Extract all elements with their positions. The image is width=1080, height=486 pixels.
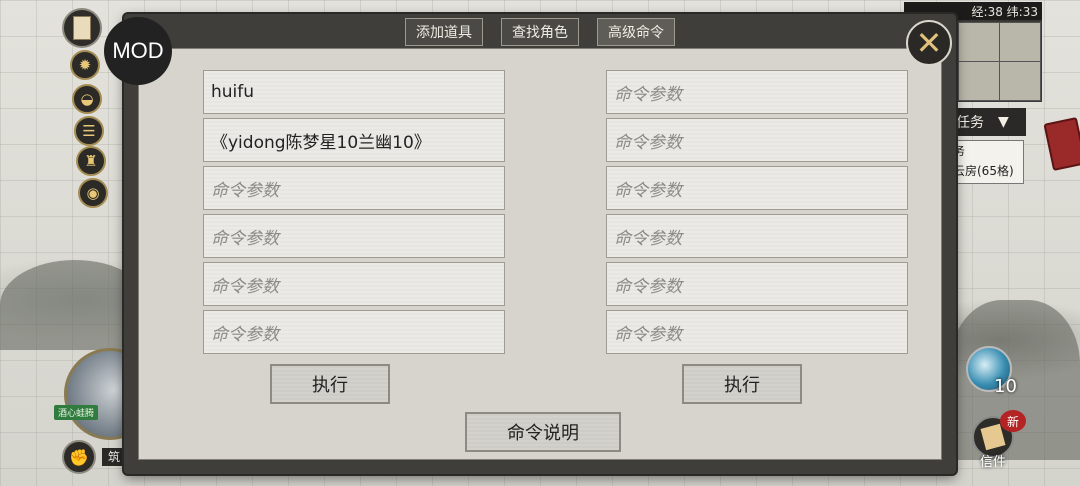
minimap[interactable]: [956, 20, 1042, 102]
minimap-cell: [999, 22, 1041, 62]
minimap-cell: [958, 22, 1000, 62]
scroll-icon[interactable]: ☰: [74, 116, 104, 146]
field-text: huifu: [211, 82, 255, 102]
command-param-right-3[interactable]: 命令参数: [606, 166, 908, 210]
command-param-left-5[interactable]: 命令参数: [203, 262, 505, 306]
fist-icon[interactable]: ✊: [62, 440, 96, 474]
mail-label: 信件: [980, 455, 1007, 470]
command-param-right-4[interactable]: 命令参数: [606, 214, 908, 258]
helmet-icon[interactable]: ◒: [72, 84, 102, 114]
fire-icon[interactable]: ✹: [70, 50, 100, 80]
mod-button[interactable]: MOD: [104, 17, 172, 85]
field-placeholder: 命令参数: [211, 324, 279, 345]
field-placeholder: 命令参数: [614, 228, 682, 249]
command-param-left-2[interactable]: 《yidong陈梦星10兰幽10》: [203, 118, 505, 162]
command-param-left-1[interactable]: huifu: [203, 70, 505, 114]
execute-right-button[interactable]: 执行: [682, 364, 802, 404]
execute-left-button[interactable]: 执行: [270, 364, 390, 404]
task-label: 任务: [956, 115, 984, 131]
chevron-down-icon: ▼: [998, 114, 1009, 130]
command-param-left-4[interactable]: 命令参数: [203, 214, 505, 258]
tab-advanced-command[interactable]: 高级命令: [597, 18, 675, 46]
minimap-cell: [958, 61, 1000, 101]
close-icon[interactable]: ✕: [906, 20, 952, 66]
command-param-right-2[interactable]: 命令参数: [606, 118, 908, 162]
yinyang-count: 10: [994, 376, 1017, 397]
field-placeholder: 命令参数: [614, 180, 682, 201]
hero-tag: 酒心蛙腾: [54, 405, 99, 420]
command-param-right-5[interactable]: 命令参数: [606, 262, 908, 306]
field-placeholder: 命令参数: [211, 228, 279, 249]
task-dropdown[interactable]: 任务 ▼: [950, 108, 1026, 136]
field-placeholder: 命令参数: [614, 324, 682, 345]
figure-icon[interactable]: ♜: [76, 146, 106, 176]
field-placeholder: 命令参数: [614, 132, 682, 153]
tab-add-item[interactable]: 添加道具: [405, 18, 483, 46]
book-button[interactable]: [62, 8, 102, 48]
command-param-right-6[interactable]: 命令参数: [606, 310, 908, 354]
field-placeholder: 命令参数: [211, 276, 279, 297]
minimap-cell: [999, 61, 1041, 101]
command-param-left-3[interactable]: 命令参数: [203, 166, 505, 210]
modal-tabs: 添加道具 查找角色 高级命令: [124, 18, 956, 46]
field-placeholder: 命令参数: [614, 84, 682, 105]
tab-find-character[interactable]: 查找角色: [501, 18, 579, 46]
command-param-right-1[interactable]: 命令参数: [606, 70, 908, 114]
item-icon[interactable]: ◉: [78, 178, 108, 208]
task-info-line2: 云房(65格): [953, 164, 1014, 178]
field-placeholder: 命令参数: [614, 276, 682, 297]
mail-new-badge: 新: [1000, 410, 1026, 432]
command-help-button[interactable]: 命令说明: [465, 412, 621, 452]
field-placeholder: 命令参数: [211, 180, 279, 201]
book-icon: [73, 16, 91, 40]
task-info-line1: 务: [953, 144, 966, 158]
command-param-left-6[interactable]: 命令参数: [203, 310, 505, 354]
task-info-panel[interactable]: 务 云房(65格): [950, 140, 1024, 184]
field-text: 《yidong陈梦星10兰幽10》: [211, 132, 431, 153]
